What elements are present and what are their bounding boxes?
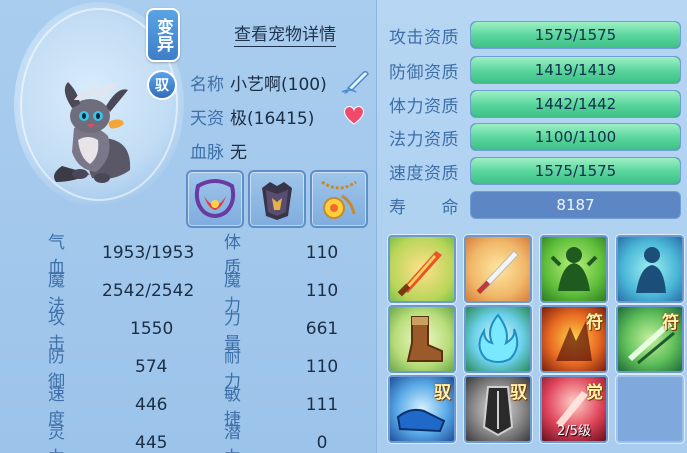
yu-badge: 驭	[147, 70, 177, 100]
red-necklace-icon	[194, 179, 236, 218]
skill-tag: 驭	[510, 383, 527, 403]
stat-value: 1953/1953	[102, 243, 195, 263]
skill-fire-burst[interactable]: 符	[540, 305, 608, 373]
stat-value: 574	[135, 357, 168, 377]
aptitude-label: 速度资质	[389, 163, 459, 184]
equip-slot-necklace[interactable]	[186, 170, 244, 228]
equip-slot-armor[interactable]	[248, 170, 306, 228]
life-row: 寿 命 8187	[389, 191, 683, 219]
aptitude-value: 1575/1575	[534, 162, 617, 180]
aptitude-label: 法力资质	[389, 129, 459, 150]
stat-value: 110	[305, 357, 339, 377]
skill-tag: 符	[586, 313, 603, 333]
stat-value: 1550	[130, 319, 174, 339]
edit-name-icon[interactable]	[340, 68, 370, 94]
pet-bloodline-row: 血脉 无	[190, 138, 247, 163]
flame-sword-icon	[397, 251, 442, 297]
stat-value: 2542/2542	[102, 281, 195, 301]
pet-name-value: 小艺啊(100)	[230, 75, 327, 95]
skill-flame-sword[interactable]	[388, 235, 456, 303]
pet-left-section: 变异 驭 查看宠物详情 名称 小艺啊(100) 天资 极(16415) 血脉 无	[0, 0, 376, 453]
skill-tag: 符	[662, 313, 679, 333]
stat-value: 110	[305, 281, 339, 301]
skill-green-warrior[interactable]	[540, 235, 608, 303]
stat-value: 111	[305, 395, 339, 415]
life-label: 寿 命	[389, 197, 459, 218]
aptitude-row: 攻击资质 1575/1575	[389, 21, 683, 49]
skill-tag: 驭	[434, 383, 451, 403]
aptitude-row: 法力资质 1100/1100	[389, 123, 683, 151]
stat-label: 灵力	[48, 423, 65, 453]
aptitude-value: 1442/1442	[534, 95, 617, 113]
aptitude-label: 防御资质	[389, 62, 459, 83]
aptitude-value: 1575/1575	[534, 26, 617, 44]
aptitude-bar: 1419/1419	[470, 56, 681, 84]
skill-green-slash[interactable]: 符	[616, 305, 684, 373]
skill-boot[interactable]	[388, 305, 456, 373]
stat-value: 445	[135, 433, 168, 453]
dark-armor-icon	[262, 182, 292, 220]
skill-tag: 觉	[586, 383, 603, 403]
heart-icon[interactable]	[342, 104, 366, 126]
white-sword-icon	[476, 250, 519, 295]
pet-aptitude-value: 极(16415)	[230, 109, 315, 129]
aptitude-bar: 1575/1575	[470, 21, 681, 49]
blue-flame-icon	[478, 313, 519, 363]
aptitude-bar: 1442/1442	[470, 90, 681, 118]
stat-label: 潜力	[224, 423, 241, 453]
stat-value: 661	[305, 319, 339, 339]
pet-bloodline-label: 血脉	[190, 143, 224, 163]
stat-value: 110	[305, 243, 339, 263]
skill-dark-blade[interactable]: 驭	[464, 375, 532, 443]
aptitude-bar: 1100/1100	[470, 123, 681, 151]
pet-creature-icon	[54, 82, 131, 183]
pet-bloodline-value: 无	[230, 143, 247, 163]
skill-blue-flame[interactable]	[464, 305, 532, 373]
pet-name-row: 名称 小艺啊(100)	[190, 70, 327, 95]
equip-slot-pendant[interactable]	[310, 170, 368, 228]
stat-value: 446	[135, 395, 168, 415]
life-value: 8187	[556, 196, 595, 214]
stat-value: 0	[316, 433, 328, 453]
life-bar: 8187	[470, 191, 681, 219]
aptitude-row: 体力资质 1442/1442	[389, 90, 683, 118]
boot-icon	[406, 316, 443, 362]
mutation-badge: 变异	[146, 8, 180, 62]
skill-blue-spirit[interactable]	[616, 235, 684, 303]
skill-red-awaken[interactable]: 觉 2/5级	[540, 375, 608, 443]
pet-right-section: 攻击资质 1575/1575 防御资质 1419/1419 体力资质 1442/…	[376, 0, 687, 453]
aptitude-bar: 1575/1575	[470, 157, 681, 185]
view-pet-details-link[interactable]: 查看宠物详情	[234, 20, 336, 47]
aptitude-value: 1100/1100	[534, 128, 617, 146]
aptitude-row: 速度资质 1575/1575	[389, 157, 683, 185]
aptitude-value: 1419/1419	[534, 61, 617, 79]
pet-name-label: 名称	[190, 75, 224, 95]
skill-white-sword[interactable]	[464, 235, 532, 303]
pet-aptitude-row: 天资 极(16415)	[190, 104, 314, 129]
skill-blue-shoe[interactable]: 驭	[388, 375, 456, 443]
aptitude-row: 防御资质 1419/1419	[389, 56, 683, 84]
pet-info-panel: 变异 驭 查看宠物详情 名称 小艺啊(100) 天资 极(16415) 血脉 无	[0, 0, 687, 453]
green-warrior-icon	[550, 247, 598, 291]
gold-pendant-icon	[321, 180, 357, 219]
skill-empty-slot[interactable]	[616, 375, 684, 443]
aptitude-label: 攻击资质	[389, 27, 459, 48]
blue-spirit-icon	[636, 247, 666, 293]
aptitude-label: 体力资质	[389, 96, 459, 117]
skill-level: 2/5级	[557, 424, 591, 439]
pet-aptitude-label: 天资	[190, 109, 224, 129]
